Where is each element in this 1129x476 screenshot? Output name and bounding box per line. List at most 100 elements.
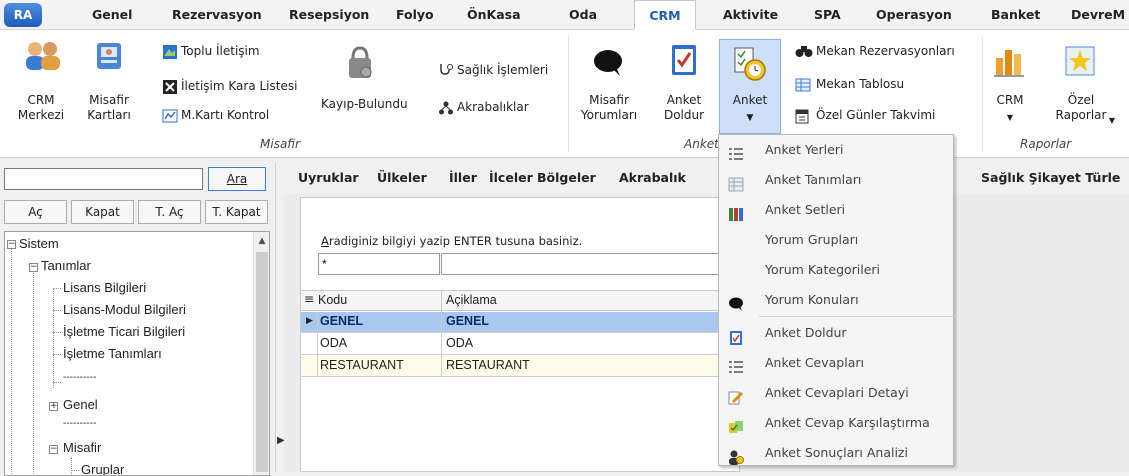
tree-item-isletme-ticari-bilgileri[interactable]: İşletme Ticari Bilgileri (63, 324, 185, 339)
t-kapat-button[interactable]: T. Kapat (205, 200, 268, 224)
subtab-ulkeler[interactable]: Ülkeler (377, 170, 427, 185)
filter-hint-text: radiginiz bilgiyi yazip ENTER tusuna bas… (328, 234, 583, 248)
ozel-gunler-takvimi-button[interactable]: Özel Günler Takvimi (816, 108, 935, 122)
subtab-akrabalik[interactable]: Akrabalık (619, 170, 686, 185)
menu-item-anket-yerleri[interactable]: Anket Yerleri (719, 135, 955, 165)
tree-item-separator: ---------- (63, 418, 97, 429)
compare-icon (728, 416, 744, 433)
menu-item-anket-doldur[interactable]: Anket Doldur (719, 318, 955, 348)
row-indicator-divider (317, 312, 318, 377)
filter-description-input[interactable] (441, 253, 741, 275)
cell-aciklama[interactable]: RESTAURANT (443, 355, 530, 376)
panel-splitter[interactable]: ▶ (275, 163, 285, 472)
tree-collapse-icon[interactable]: − (49, 445, 58, 454)
app-logo[interactable]: RA (4, 3, 42, 27)
column-chooser-icon[interactable]: ≡ (304, 292, 314, 306)
tree-view[interactable]: − Sistem − Tanımlar Lisans Bilgileri Lis… (4, 231, 270, 476)
speech-bubble-icon[interactable] (592, 48, 624, 81)
kayip-bulundu-button[interactable]: Kayıp-Bulundu (321, 97, 408, 111)
subtab-uyruklar[interactable]: Uyruklar (298, 170, 359, 185)
menu-item-yorum-kategorileri[interactable]: Yorum Kategorileri (719, 255, 955, 285)
ac-button[interactable]: Aç (4, 200, 67, 224)
subtab-ilceler[interactable]: İlceler (489, 170, 533, 185)
cell-kodu[interactable]: GENEL (317, 311, 363, 332)
crm-merkezi-button[interactable]: CRM Merkezi (6, 93, 76, 123)
star-report-icon[interactable] (1064, 45, 1096, 80)
tree-item-misafir[interactable]: Misafir (63, 440, 101, 455)
menu-item-yorum-gruplari[interactable]: Yorum Grupları (719, 225, 955, 255)
table-row[interactable]: ODA ODA (301, 334, 741, 355)
kayip-bulundu-icon[interactable] (345, 46, 375, 83)
cell-aciklama[interactable]: ODA (443, 333, 473, 354)
tree-item-isletme-tanimlari[interactable]: İşletme Tanımları (63, 346, 162, 361)
tree-item-lisans-modul-bilgileri[interactable]: Lisans-Modul Bilgileri (63, 302, 186, 317)
subtab-saglik-sikayet-turleri[interactable]: Sağlık Şikayet Türle (981, 170, 1120, 185)
cell-kodu[interactable]: ODA (317, 333, 347, 354)
tab-genel[interactable]: Genel (92, 0, 132, 30)
tab-devrem[interactable]: DevreM (1071, 0, 1125, 30)
search-input[interactable] (4, 168, 203, 190)
table-row[interactable]: RESTAURANT RESTAURANT (301, 356, 741, 377)
menu-item-anket-cevaplari[interactable]: Anket Cevapları (719, 348, 955, 378)
tree-collapse-icon[interactable]: − (7, 240, 16, 249)
menu-item-anket-setleri[interactable]: Anket Setleri (719, 195, 955, 225)
ribbon-separator (982, 36, 983, 152)
iletisim-kara-listesi-button[interactable]: İletişim Kara Listesi (181, 79, 297, 93)
tree-item-gruplar[interactable]: Gruplar (81, 462, 124, 475)
menu-item-anket-cevaplari-detayi[interactable]: Anket Cevaplari Detayi (719, 378, 955, 408)
akrabaliklar-button[interactable]: Akrabalıklar (457, 100, 529, 114)
anket-doldur-icon[interactable] (670, 42, 698, 79)
tab-rezervasyon[interactable]: Rezervasyon (172, 0, 262, 30)
misafir-yorumlari-button[interactable]: Misafir Yorumları (575, 93, 643, 123)
crm-merkezi-icon[interactable] (24, 38, 62, 75)
column-header-kodu[interactable]: Kodu (315, 290, 347, 311)
tree-expand-icon[interactable]: + (49, 402, 58, 411)
column-header-aciklama[interactable]: Açiklama (443, 290, 497, 311)
crm-report-button[interactable]: CRM (990, 93, 1030, 108)
subtab-iller[interactable]: İller (449, 170, 477, 185)
tree-item-genel[interactable]: Genel (63, 397, 98, 412)
tree-item-sistem[interactable]: Sistem (19, 236, 59, 251)
tree-item-lisans-bilgileri[interactable]: Lisans Bilgileri (63, 280, 146, 295)
mekan-rezervasyonlari-button[interactable]: Mekan Rezervasyonları (816, 44, 955, 58)
anket-dropdown-button[interactable]: Anket ▼ (719, 39, 781, 134)
tab-aktivite[interactable]: Aktivite (723, 0, 778, 30)
tree-collapse-icon[interactable]: − (29, 263, 38, 272)
menu-item-anket-tanimlari[interactable]: Anket Tanımları (719, 165, 955, 195)
tree-item-tanimlar[interactable]: Tanımlar (41, 258, 91, 273)
table-row[interactable]: ▶ GENEL GENEL (301, 312, 741, 333)
cell-kodu[interactable]: RESTAURANT (317, 355, 404, 376)
crm-report-icon[interactable] (992, 44, 1028, 81)
tab-operasyon[interactable]: Operasyon (876, 0, 952, 30)
tab-folyo[interactable]: Folyo (396, 0, 434, 30)
sub-tab-bar: Uyruklar Ülkeler İller İlceler Bölgeler … (292, 166, 1129, 192)
menu-separator (759, 316, 955, 317)
t-ac-button[interactable]: T. Aç (138, 200, 201, 224)
tab-crm[interactable]: CRM (634, 0, 696, 30)
menu-item-anket-sonuclari-analizi[interactable]: Anket Sonuçları Analizi (719, 438, 955, 468)
filter-code-input[interactable] (318, 253, 440, 275)
toplu-iletisim-button[interactable]: Toplu İletişim (181, 44, 260, 58)
scroll-thumb[interactable] (256, 252, 268, 472)
checklist-icon (728, 326, 744, 345)
saglik-islemleri-button[interactable]: Sağlık İşlemleri (457, 63, 548, 77)
menu-item-anket-cevap-karsilastirma[interactable]: Anket Cevap Karşılaştırma (719, 408, 955, 438)
edit-icon (728, 386, 744, 405)
tab-spa[interactable]: SPA (814, 0, 841, 30)
scroll-up-icon[interactable]: ▲ (256, 236, 268, 246)
kapat-button[interactable]: Kapat (71, 200, 134, 224)
anket-doldur-button[interactable]: Anket Doldur (658, 93, 710, 123)
mekan-tablosu-button[interactable]: Mekan Tablosu (816, 77, 904, 91)
subtab-bolgeler[interactable]: Bölgeler (537, 170, 596, 185)
misafir-kartlari-icon[interactable] (93, 40, 125, 75)
tab-onkasa[interactable]: ÖnKasa (467, 0, 521, 30)
cell-aciklama[interactable]: GENEL (443, 311, 489, 332)
tab-banket[interactable]: Banket (991, 0, 1040, 30)
tab-oda[interactable]: Oda (569, 0, 597, 30)
tab-resepsiyon[interactable]: Resepsiyon (289, 0, 369, 30)
ara-button[interactable]: Ara (208, 167, 266, 191)
menu-item-yorum-konulari[interactable]: Yorum Konuları (719, 285, 955, 315)
tree-scrollbar[interactable]: ▲ (253, 232, 269, 475)
misafir-kartlari-button[interactable]: Misafir Kartları (78, 93, 140, 123)
mkarti-kontrol-button[interactable]: M.Kartı Kontrol (181, 108, 269, 122)
